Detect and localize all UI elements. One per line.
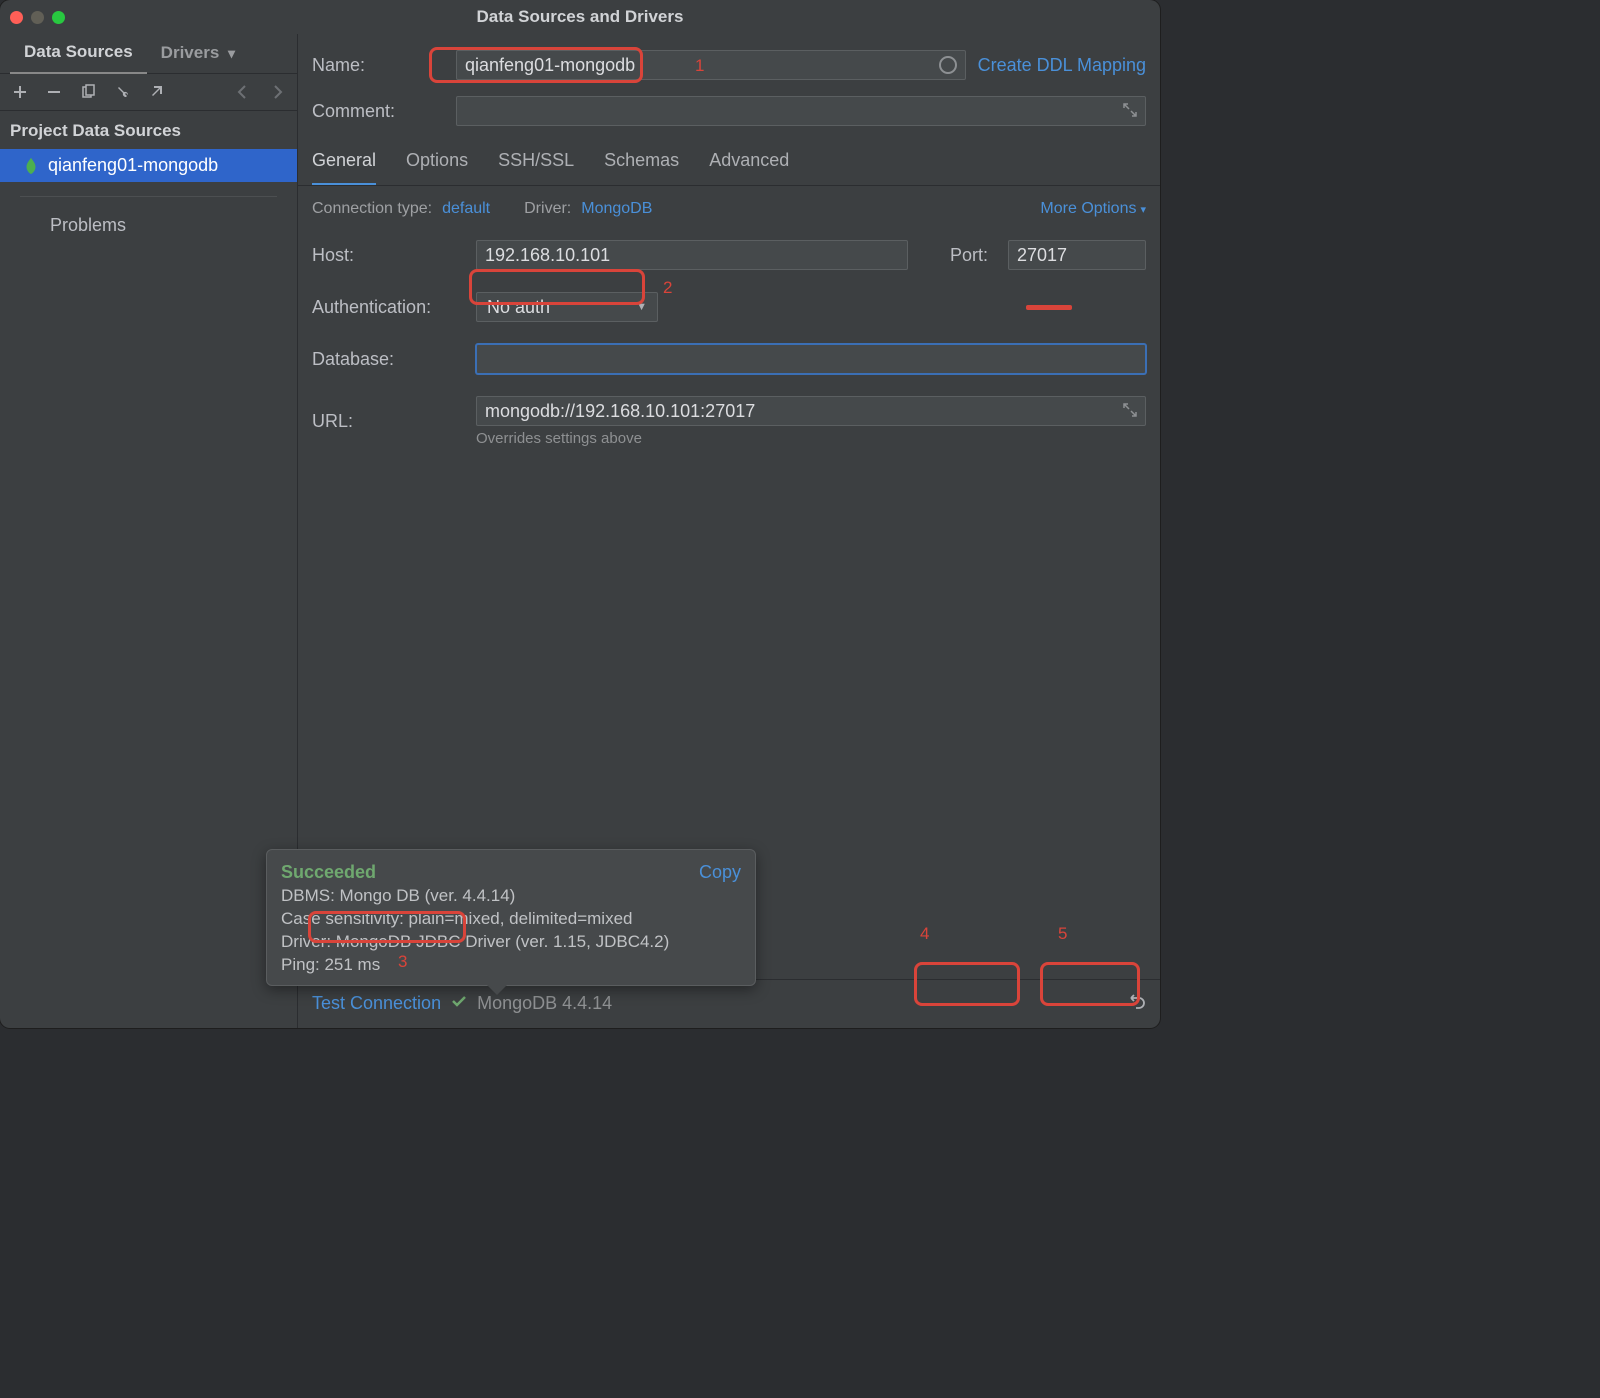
tab-drivers-label: Drivers — [161, 43, 220, 62]
port-input[interactable]: 27017 — [1008, 240, 1146, 270]
color-circle-icon[interactable] — [939, 56, 957, 74]
more-options-label: More Options — [1040, 200, 1136, 218]
chevron-down-icon: ▾ — [228, 45, 235, 61]
expand-icon[interactable] — [1123, 401, 1137, 422]
authentication-value: No auth — [487, 297, 550, 318]
chevron-down-icon: ▾ — [1140, 203, 1146, 216]
sidebar-tabs: Data Sources Drivers ▾ — [0, 34, 297, 74]
connection-result-tooltip: Succeeded Copy DBMS: Mongo DB (ver. 4.4.… — [266, 849, 756, 986]
tab-drivers[interactable]: Drivers ▾ — [147, 35, 249, 73]
host-label: Host: — [312, 245, 464, 266]
problems-item[interactable]: Problems — [0, 207, 297, 244]
back-icon[interactable] — [235, 84, 251, 100]
tab-data-sources[interactable]: Data Sources — [10, 34, 147, 74]
data-source-item[interactable]: qianfeng01-mongodb — [0, 149, 297, 182]
main-footer: Test Connection MongoDB 4.4.14 Succeeded… — [298, 979, 1160, 1028]
name-input-text: qianfeng01-mongodb — [465, 55, 635, 76]
db-version: MongoDB 4.4.14 — [477, 993, 612, 1014]
database-label: Database: — [312, 349, 464, 370]
url-input-text: mongodb://192.168.10.101:27017 — [485, 401, 755, 422]
main-tabs: General Options SSH/SSL Schemas Advanced — [298, 142, 1160, 186]
tab-advanced[interactable]: Advanced — [709, 150, 789, 185]
sidebar-toolbar — [0, 74, 297, 111]
driver-label: Driver: — [524, 200, 571, 218]
tooltip-line: Case sensitivity: plain=mixed, delimited… — [281, 909, 743, 929]
add-icon[interactable] — [12, 84, 28, 100]
create-ddl-mapping-link[interactable]: Create DDL Mapping — [978, 55, 1146, 76]
separator — [20, 196, 277, 197]
tab-options[interactable]: Options — [406, 150, 468, 185]
tooltip-title: Succeeded — [281, 862, 743, 883]
tooltip-line: DBMS: Mongo DB (ver. 4.4.14) — [281, 886, 743, 906]
more-options-link[interactable]: More Options ▾ — [1040, 200, 1146, 218]
connection-type-value[interactable]: default — [442, 200, 490, 218]
comment-input[interactable] — [456, 96, 1146, 126]
comment-label: Comment: — [312, 101, 444, 122]
url-input[interactable]: mongodb://192.168.10.101:27017 — [476, 396, 1146, 426]
forward-icon[interactable] — [269, 84, 285, 100]
sidebar: Data Sources Drivers ▾ — [0, 34, 298, 1028]
copy-icon[interactable] — [80, 84, 96, 100]
copy-link[interactable]: Copy — [699, 862, 741, 883]
test-connection-link[interactable]: Test Connection — [312, 993, 441, 1014]
host-input-text: 192.168.10.101 — [485, 245, 610, 266]
section-project-data-sources: Project Data Sources — [0, 111, 297, 149]
tab-ssh-ssl[interactable]: SSH/SSL — [498, 150, 574, 185]
url-hint: Overrides settings above — [476, 430, 1146, 447]
wrench-icon[interactable] — [114, 84, 130, 100]
authentication-select[interactable]: No auth ▼ — [476, 292, 658, 322]
main-panel: Name: qianfeng01-mongodb Create DDL Mapp… — [298, 34, 1160, 1028]
dialog-window: Data Sources and Drivers Data Sources Dr… — [0, 0, 1160, 1028]
titlebar: Data Sources and Drivers — [0, 0, 1160, 34]
external-link-icon[interactable] — [148, 84, 164, 100]
tab-general[interactable]: General — [312, 150, 376, 185]
check-icon — [451, 993, 467, 1014]
host-input[interactable]: 192.168.10.101 — [476, 240, 908, 270]
driver-link[interactable]: MongoDB — [581, 200, 652, 218]
remove-icon[interactable] — [46, 84, 62, 100]
tooltip-line: Driver: MongoDB JDBC Driver (ver. 1.15, … — [281, 932, 743, 952]
connection-type-label: Connection type: — [312, 200, 432, 218]
database-input[interactable] — [476, 344, 1146, 374]
port-label: Port: — [950, 245, 996, 266]
undo-icon[interactable] — [1126, 990, 1146, 1016]
name-input[interactable]: qianfeng01-mongodb — [456, 50, 966, 80]
name-label: Name: — [312, 55, 444, 76]
data-source-label: qianfeng01-mongodb — [48, 155, 218, 176]
tooltip-line: Ping: 251 ms — [281, 955, 743, 975]
connection-subheader: Connection type: default Driver: MongoDB… — [298, 186, 1160, 224]
expand-icon[interactable] — [1123, 101, 1137, 122]
authentication-label: Authentication: — [312, 297, 464, 318]
url-label: URL: — [312, 411, 464, 432]
chevron-down-icon: ▼ — [636, 301, 647, 313]
port-input-text: 27017 — [1017, 245, 1067, 266]
tab-schemas[interactable]: Schemas — [604, 150, 679, 185]
mongodb-icon — [24, 157, 38, 175]
window-title: Data Sources and Drivers — [0, 7, 1160, 27]
